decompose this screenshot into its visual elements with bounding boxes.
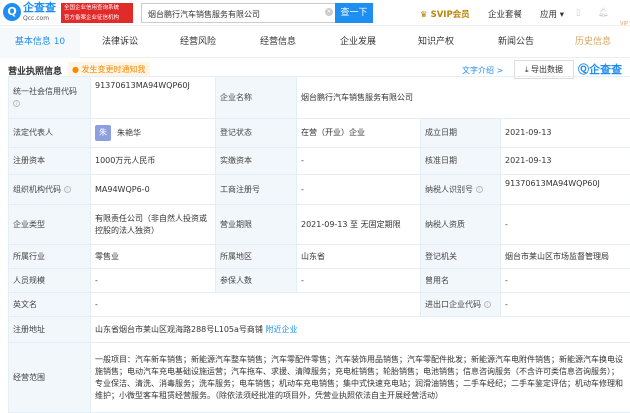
label-org-code: 组织机构代码 i: [9, 175, 91, 205]
avatar: 朱: [95, 125, 111, 141]
value-term: 2021-09-13 至 无固定期限: [297, 205, 421, 245]
info-icon[interactable]: i: [64, 186, 71, 193]
value-region: 山东省: [297, 245, 421, 269]
value-capital: 1000万元人民币: [91, 148, 216, 175]
label-found-date: 成立日期: [421, 119, 501, 148]
legal-rep-name: 朱艳华: [117, 129, 141, 138]
tab-news[interactable]: 新闻公告: [476, 28, 556, 58]
search-input[interactable]: 烟台鹏行汽车销售服务有限公司: [141, 3, 335, 23]
tab-history-label: 历史信息: [575, 37, 611, 47]
value-company-type: 有限责任公司（非自然人投资或控股的法人独资）: [91, 205, 216, 245]
label-tax-qual: 纳税人资质: [421, 205, 501, 245]
apps-menu[interactable]: 应用 ▾: [540, 8, 564, 20]
svip-link[interactable]: ♛ SVIP会员: [420, 8, 470, 20]
value-staff: -: [91, 269, 216, 293]
value-legal-rep[interactable]: 朱朱艳华: [91, 119, 216, 148]
value-org-code: MA94WQP6-0: [91, 175, 216, 205]
label-term: 营业期限: [216, 205, 297, 245]
tab-development[interactable]: 企业发展: [318, 28, 398, 58]
value-status: 在营（开业）企业: [297, 119, 421, 148]
tab-basic-info[interactable]: 基本信息 10: [0, 28, 80, 58]
value-scope: 一般项目：汽车新车销售；新能源汽车整车销售；汽车零配件零售；汽车装饰用品销售；汽…: [91, 343, 630, 413]
label-company-type: 企业类型: [9, 205, 91, 245]
value-company-name: 烟台鹏行汽车销售服务有限公司: [297, 77, 630, 119]
value-english-name: -: [91, 293, 421, 317]
value-approve-date: 2021-09-13: [501, 148, 630, 175]
value-authority: 烟台市莱山区市场监督管理局: [501, 245, 630, 269]
vip-badge: VIP: [620, 20, 628, 28]
label-biz-reg: 工商注册号: [216, 175, 297, 205]
label-former-name: 曾用名: [421, 269, 501, 293]
address-text: 山东省烟台市莱山区观海路288号L105a号商铺: [95, 325, 263, 334]
top-bar: Q 企查查 Qcc.com 全国企业信用查询系统官方备案企业征信机构 烟台鹏行汽…: [0, 0, 630, 26]
text-intro-link[interactable]: 文字介绍 >: [462, 65, 503, 76]
logo-text: 企查查: [23, 2, 56, 14]
bell-icon: ●: [72, 65, 82, 74]
info-icon[interactable]: i: [484, 301, 491, 308]
tab-risk[interactable]: 经营风险: [158, 28, 238, 58]
logo-icon[interactable]: Q: [3, 3, 21, 21]
clear-icon[interactable]: ×: [325, 8, 333, 16]
business-license-table: 统一社会信用代码i 91370613MA94WQP60J 企业名称 烟台鹏行汽车…: [8, 76, 630, 413]
value-tax-qual: -: [501, 205, 630, 245]
label-status: 登记状态: [216, 119, 297, 148]
label-scope: 经营范围: [9, 343, 91, 413]
label-english-name: 英文名: [9, 293, 91, 317]
search-button[interactable]: 查一下: [335, 3, 373, 23]
bell-icon[interactable]: 🔔︎: [598, 8, 609, 18]
value-credit-code: 91370613MA94WQP60J: [91, 77, 216, 119]
label-company-name: 企业名称: [216, 77, 297, 119]
label-authority: 登记机关: [421, 245, 501, 269]
value-insured: -: [297, 269, 421, 293]
value-tax-id: 91370613MA94WQP60J: [501, 175, 630, 205]
watermark-text: 企查查: [589, 63, 622, 76]
value-address: 山东省烟台市莱山区观海路288号L105a号商铺 附近企业: [91, 317, 630, 343]
info-icon[interactable]: i: [476, 186, 483, 193]
label-insured: 参保人数: [216, 269, 297, 293]
badge-line: 全国企业信用查询系统: [64, 3, 133, 13]
qcc-watermark: Ⓠ企查查: [578, 61, 622, 77]
label-credit-code: 统一社会信用代码i: [9, 77, 91, 119]
logo-sub: Qcc.com: [23, 15, 49, 22]
value-biz-reg: -: [297, 175, 421, 205]
official-badge: 全国企业信用查询系统官方备案企业征信机构: [61, 3, 133, 23]
tab-legal[interactable]: 法律诉讼: [80, 28, 160, 58]
apps-label: 应用: [540, 10, 557, 20]
enterprise-link[interactable]: 企业套餐: [488, 8, 522, 20]
label-tax-id: 纳税人识别号 i: [421, 175, 501, 205]
notify-button[interactable]: ● 发生变更时通知我: [68, 62, 150, 77]
label-legal-rep: 法定代表人: [9, 119, 91, 148]
label-capital: 注册资本: [9, 148, 91, 175]
label-address: 注册地址: [9, 317, 91, 343]
value-former-name: -: [501, 269, 630, 293]
export-label: 导出数据: [531, 65, 563, 74]
label-paid-capital: 实缴资本: [216, 148, 297, 175]
phone-icon[interactable]: ▯: [576, 8, 581, 18]
tab-ip[interactable]: 知识产权: [396, 28, 476, 58]
nearby-link[interactable]: 附近企业: [265, 325, 297, 334]
label-ie-code: 进出口企业代码 i: [421, 293, 501, 317]
tab-bar: 基本信息 10 法律诉讼 经营风险 经营信息 企业发展 知识产权 新闻公告 历史…: [0, 28, 630, 58]
value-paid-capital: -: [297, 148, 421, 175]
notify-label: 发生变更时通知我: [82, 65, 146, 74]
badge-line: 官方备案企业征信机构: [64, 13, 133, 23]
label-industry: 所属行业: [9, 245, 91, 269]
tab-history[interactable]: 历史信息VIP: [556, 28, 630, 58]
value-ie-code: -: [501, 293, 630, 317]
value-found-date: 2021-09-13: [501, 119, 630, 148]
svip-label: SVIP会员: [431, 10, 470, 20]
value-industry: 零售业: [91, 245, 216, 269]
label-region: 所属地区: [216, 245, 297, 269]
tab-business[interactable]: 经营信息: [238, 28, 318, 58]
label-staff: 人员规模: [9, 269, 91, 293]
label-approve-date: 核准日期: [421, 148, 501, 175]
info-icon[interactable]: i: [13, 100, 20, 107]
